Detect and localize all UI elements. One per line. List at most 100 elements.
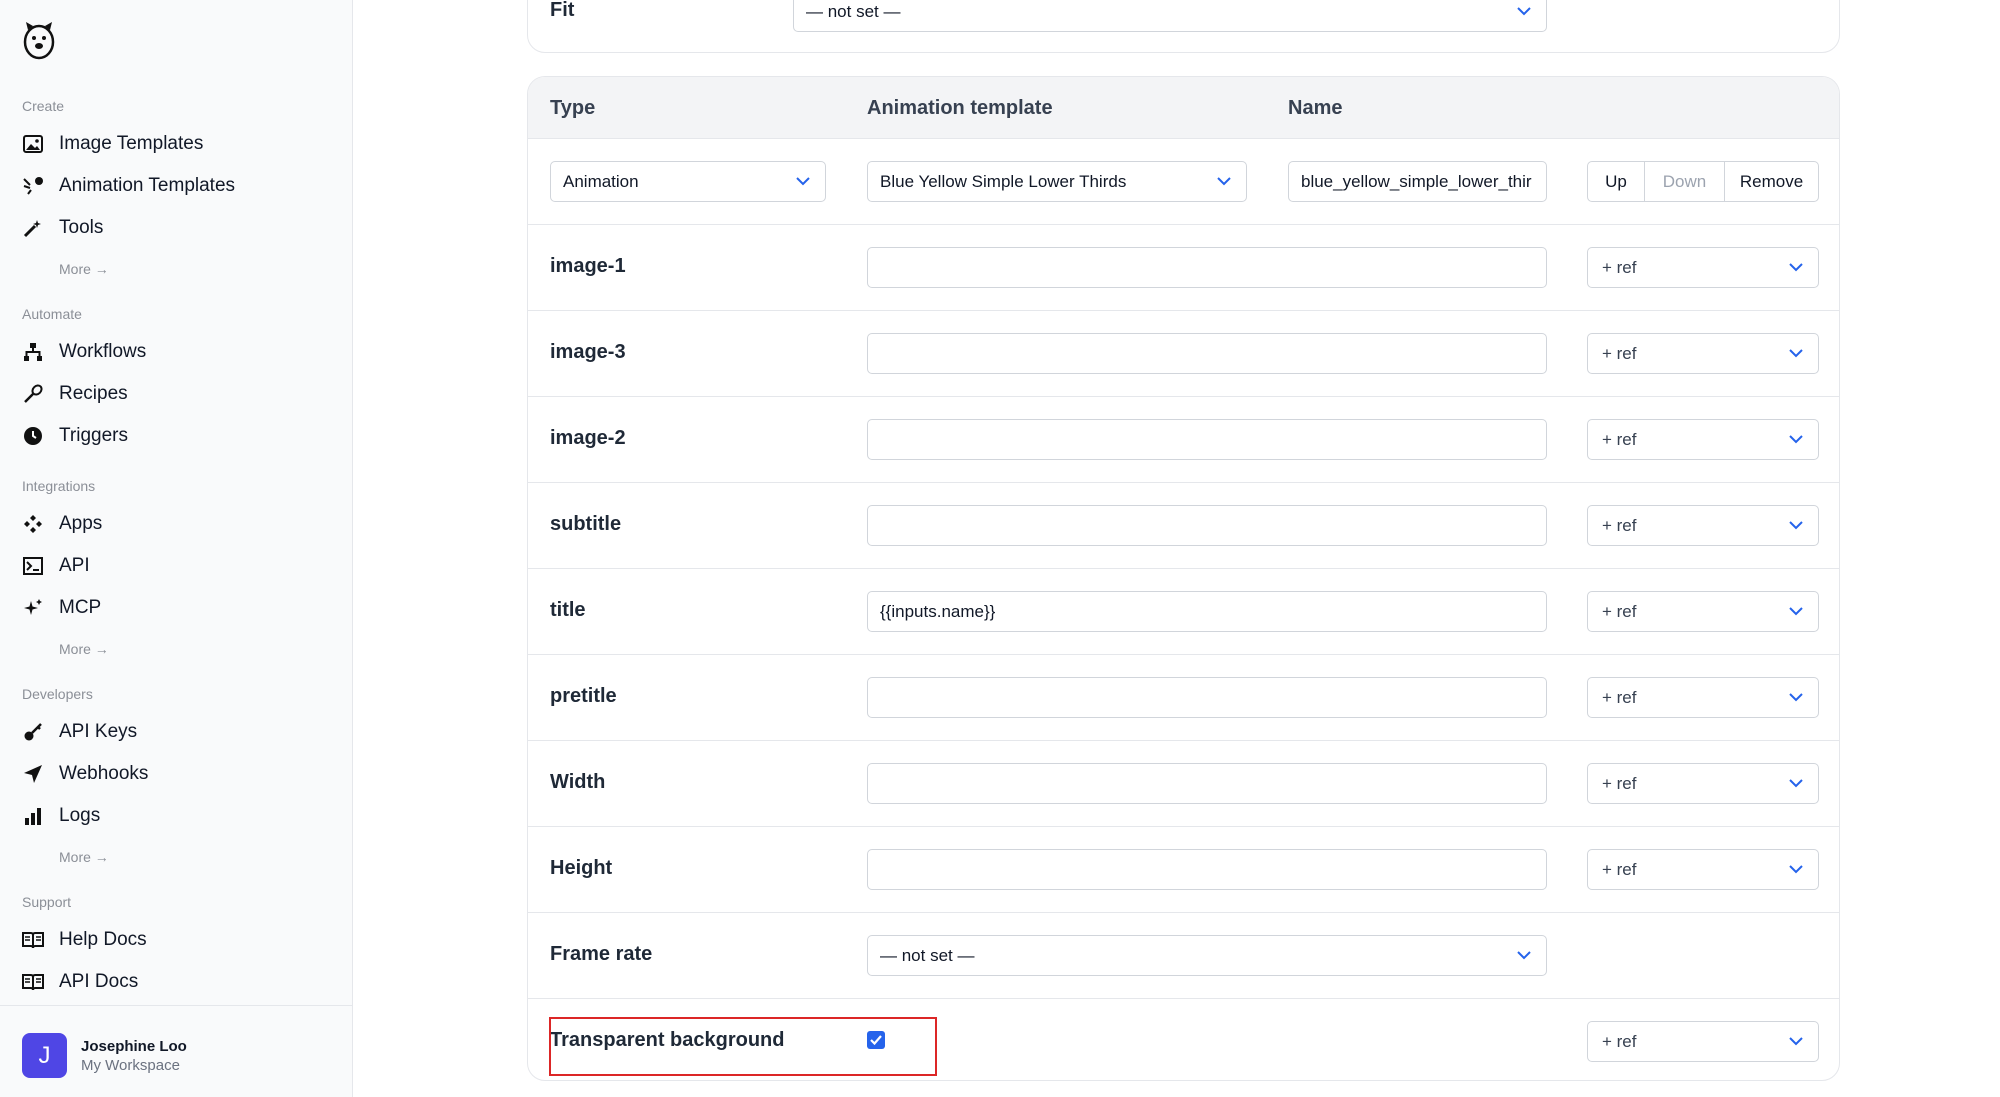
workflow-icon (22, 341, 44, 363)
up-button[interactable]: Up (1588, 162, 1645, 201)
field-input[interactable] (867, 763, 1547, 804)
chevron-down-icon (1789, 607, 1803, 616)
section-label-create: Create (22, 98, 65, 114)
down-button[interactable]: Down (1645, 162, 1725, 201)
fit-card: Fit — not set — (527, 0, 1840, 53)
sidebar-item-apps[interactable]: Apps (22, 508, 102, 540)
ref-select[interactable]: + ref (1587, 247, 1819, 288)
ref-label: + ref (1602, 344, 1637, 363)
developers-more-link[interactable]: More → (59, 849, 109, 865)
ref-select[interactable]: + ref (1587, 677, 1819, 718)
create-more-link[interactable]: More → (59, 261, 109, 277)
ref-label: + ref (1602, 774, 1637, 793)
sidebar-item-label: Webhooks (59, 763, 149, 784)
integrations-more-link[interactable]: More → (59, 641, 109, 657)
type-select-value: Animation (563, 172, 639, 191)
chevron-down-icon (1217, 177, 1231, 186)
sidebar-item-mcp[interactable]: MCP (22, 592, 101, 624)
bear-logo-icon[interactable] (22, 18, 56, 62)
sidebar-item-label: Image Templates (59, 133, 204, 154)
user-name: Josephine Loo (81, 1038, 187, 1055)
layer-table: Type Animation template Name Animation B… (527, 76, 1840, 1081)
sidebar-item-label: Recipes (59, 383, 128, 404)
field-row: subtitle + ref (528, 483, 1839, 569)
field-input[interactable] (867, 505, 1547, 546)
sidebar-item-api[interactable]: API (22, 550, 90, 582)
sidebar-item-label: Workflows (59, 341, 147, 362)
table-header: Type Animation template Name (528, 77, 1839, 139)
ref-label: + ref (1602, 602, 1637, 621)
chevron-down-icon (1789, 1037, 1803, 1046)
sidebar-item-label: Tools (59, 217, 104, 238)
avatar: J (22, 1033, 67, 1078)
ref-select[interactable]: + ref (1587, 591, 1819, 632)
sidebar-item-label: Logs (59, 805, 101, 826)
field-label: subtitle (550, 513, 622, 535)
remove-button[interactable]: Remove (1725, 162, 1818, 201)
sidebar-item-api-keys[interactable]: API Keys (22, 716, 137, 748)
sidebar-item-label: API (59, 555, 90, 576)
field-input[interactable] (867, 677, 1547, 718)
fit-select[interactable]: — not set — (793, 0, 1547, 32)
chevron-down-icon (1517, 951, 1531, 960)
field-label: image-1 (550, 255, 626, 277)
user-profile[interactable]: J Josephine Loo My Workspace (0, 1005, 352, 1097)
section-label-support: Support (22, 894, 72, 910)
frame-rate-select[interactable]: — not set — (867, 935, 1547, 976)
chevron-down-icon (1789, 693, 1803, 702)
sidebar-item-tools[interactable]: Tools (22, 212, 103, 244)
ref-label: + ref (1602, 258, 1637, 277)
highlight-box (549, 1017, 937, 1076)
ref-label: + ref (1602, 516, 1637, 535)
sidebar-item-animation-templates[interactable]: Animation Templates (22, 170, 235, 202)
clock-icon (22, 425, 44, 447)
sidebar-item-recipes[interactable]: Recipes (22, 378, 128, 410)
chevron-down-icon (1789, 263, 1803, 272)
field-input[interactable] (867, 849, 1547, 890)
sidebar-item-triggers[interactable]: Triggers (22, 420, 128, 452)
book-icon (22, 971, 44, 993)
field-input[interactable] (867, 419, 1547, 460)
chevron-down-icon (1789, 435, 1803, 444)
fit-select-value: — not set — (806, 2, 901, 21)
apps-icon (22, 513, 44, 535)
ref-label: + ref (1602, 860, 1637, 879)
ref-select[interactable]: + ref (1587, 1021, 1819, 1062)
template-select[interactable]: Blue Yellow Simple Lower Thirds (867, 161, 1247, 202)
field-input[interactable] (867, 247, 1547, 288)
send-icon (22, 763, 44, 785)
layer-name-input[interactable]: blue_yellow_simple_lower_thir (1288, 161, 1547, 202)
field-label: Width (550, 771, 606, 793)
sidebar-item-help-docs[interactable]: Help Docs (22, 924, 147, 956)
wand-icon (22, 217, 44, 239)
sidebar-item-label: Animation Templates (59, 175, 236, 196)
field-row: title {{inputs.name}} + ref (528, 569, 1839, 655)
terminal-icon (22, 555, 44, 577)
field-label: title (550, 599, 586, 621)
field-row: pretitle + ref (528, 655, 1839, 741)
field-row: image-2 + ref (528, 397, 1839, 483)
key-icon (22, 721, 44, 743)
field-label: Height (550, 857, 613, 879)
type-select[interactable]: Animation (550, 161, 826, 202)
ref-select[interactable]: + ref (1587, 849, 1819, 890)
field-label: image-2 (550, 427, 626, 449)
sidebar-item-workflows[interactable]: Workflows (22, 336, 146, 368)
header-name: Name (1288, 97, 1343, 119)
ref-select[interactable]: + ref (1587, 333, 1819, 374)
sidebar: Create Image Templates Animation Templat… (0, 0, 353, 1097)
sidebar-item-api-docs[interactable]: API Docs (22, 966, 138, 998)
field-row: image-3 + ref (528, 311, 1839, 397)
sidebar-item-image-templates[interactable]: Image Templates (22, 128, 203, 160)
field-input[interactable] (867, 333, 1547, 374)
ref-select[interactable]: + ref (1587, 505, 1819, 546)
header-type: Type (550, 97, 596, 119)
chevron-down-icon (796, 177, 810, 186)
sidebar-item-webhooks[interactable]: Webhooks (22, 758, 148, 790)
sidebar-item-logs[interactable]: Logs (22, 800, 100, 832)
ref-select[interactable]: + ref (1587, 763, 1819, 804)
field-label: image-3 (550, 341, 626, 363)
ref-select[interactable]: + ref (1587, 419, 1819, 460)
image-icon (22, 133, 44, 155)
field-input[interactable]: {{inputs.name}} (867, 591, 1547, 632)
